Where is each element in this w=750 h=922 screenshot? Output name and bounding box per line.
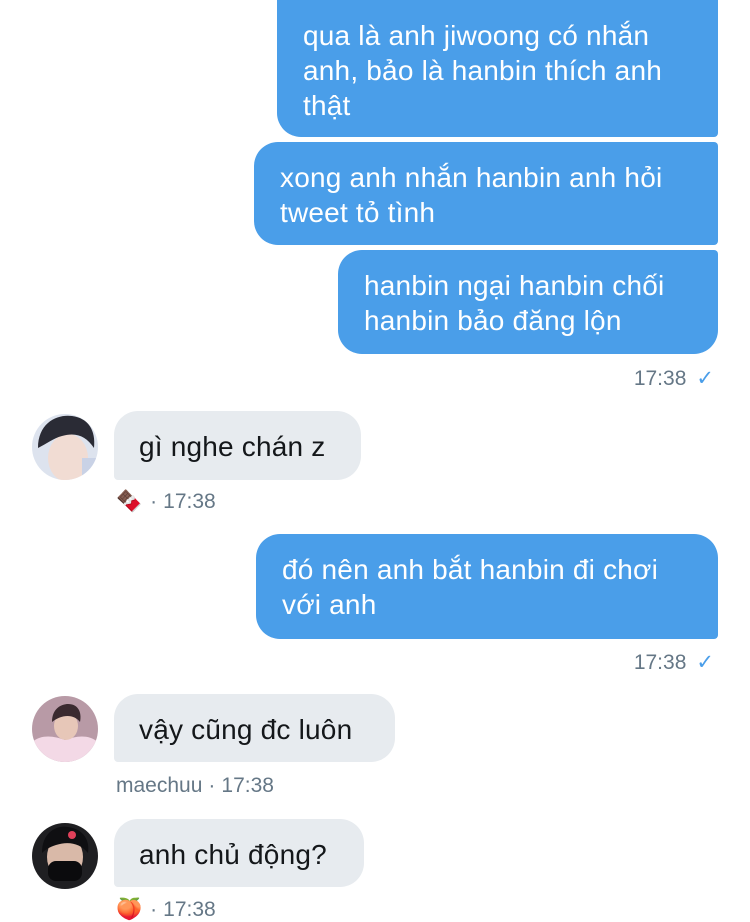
message-text-line: đó nên anh bắt hanbin đi chơi	[282, 554, 659, 585]
outgoing-message-bubble[interactable]: đó nên anh bắt hanbin đi chơi với anh	[256, 534, 718, 639]
user-avatar-icon[interactable]	[32, 414, 98, 480]
outgoing-message-bubble[interactable]: xong anh nhắn hanbin anh hỏi tweet tỏ tì…	[254, 142, 718, 245]
message-meta: 🍑 · 17:38	[116, 898, 216, 922]
message-meta: 17:38 ✓	[634, 650, 714, 675]
incoming-message-bubble[interactable]: vậy cũng đc luôn	[114, 694, 395, 762]
message-meta: 17:38 ✓	[634, 366, 714, 391]
message-text: gì nghe chán z	[139, 431, 326, 462]
meta-separator: ·	[150, 490, 158, 513]
sender-label: 🍑	[116, 898, 143, 921]
message-meta: maechuu · 17:38	[116, 774, 274, 798]
user-avatar-icon[interactable]	[32, 823, 98, 889]
sender-label: maechuu	[116, 774, 203, 797]
incoming-message-bubble[interactable]: gì nghe chán z	[114, 411, 361, 480]
message-text-line: hanbin ngại hanbin chối	[364, 270, 665, 301]
outgoing-message-bubble[interactable]: hanbin ngại hanbin chối hanbin bảo đăng …	[338, 250, 718, 354]
message-time: 17:38	[221, 774, 274, 797]
message-text-line: xong anh nhắn hanbin anh hỏi	[280, 162, 663, 193]
meta-separator: ·	[208, 774, 216, 797]
message-text-line: tweet tỏ tình	[280, 197, 436, 228]
message-text-line: thật	[303, 90, 351, 121]
outgoing-message-bubble[interactable]: qua là anh jiwoong có nhắn anh, bảo là h…	[277, 0, 718, 137]
message-text-line: qua là anh jiwoong có nhắn	[303, 20, 650, 51]
check-icon: ✓	[696, 651, 714, 674]
user-avatar-icon[interactable]	[32, 696, 98, 762]
message-meta: 🍫 · 17:38	[116, 490, 216, 514]
message-text: anh chủ động?	[139, 839, 327, 870]
message-text-line: với anh	[282, 589, 377, 620]
message-time: 17:38	[163, 490, 216, 513]
sender-label: 🍫	[116, 490, 143, 513]
message-text-line: anh, bảo là hanbin thích anh	[303, 55, 663, 86]
incoming-message-bubble[interactable]: anh chủ động?	[114, 819, 364, 887]
message-time: 17:38	[163, 898, 216, 921]
meta-separator: ·	[150, 898, 158, 921]
message-time: 17:38	[633, 650, 687, 674]
message-text-line: hanbin bảo đăng lộn	[364, 305, 622, 336]
message-time: 17:38	[633, 366, 687, 390]
check-icon: ✓	[696, 367, 714, 390]
message-text: vậy cũng đc luôn	[139, 714, 353, 745]
